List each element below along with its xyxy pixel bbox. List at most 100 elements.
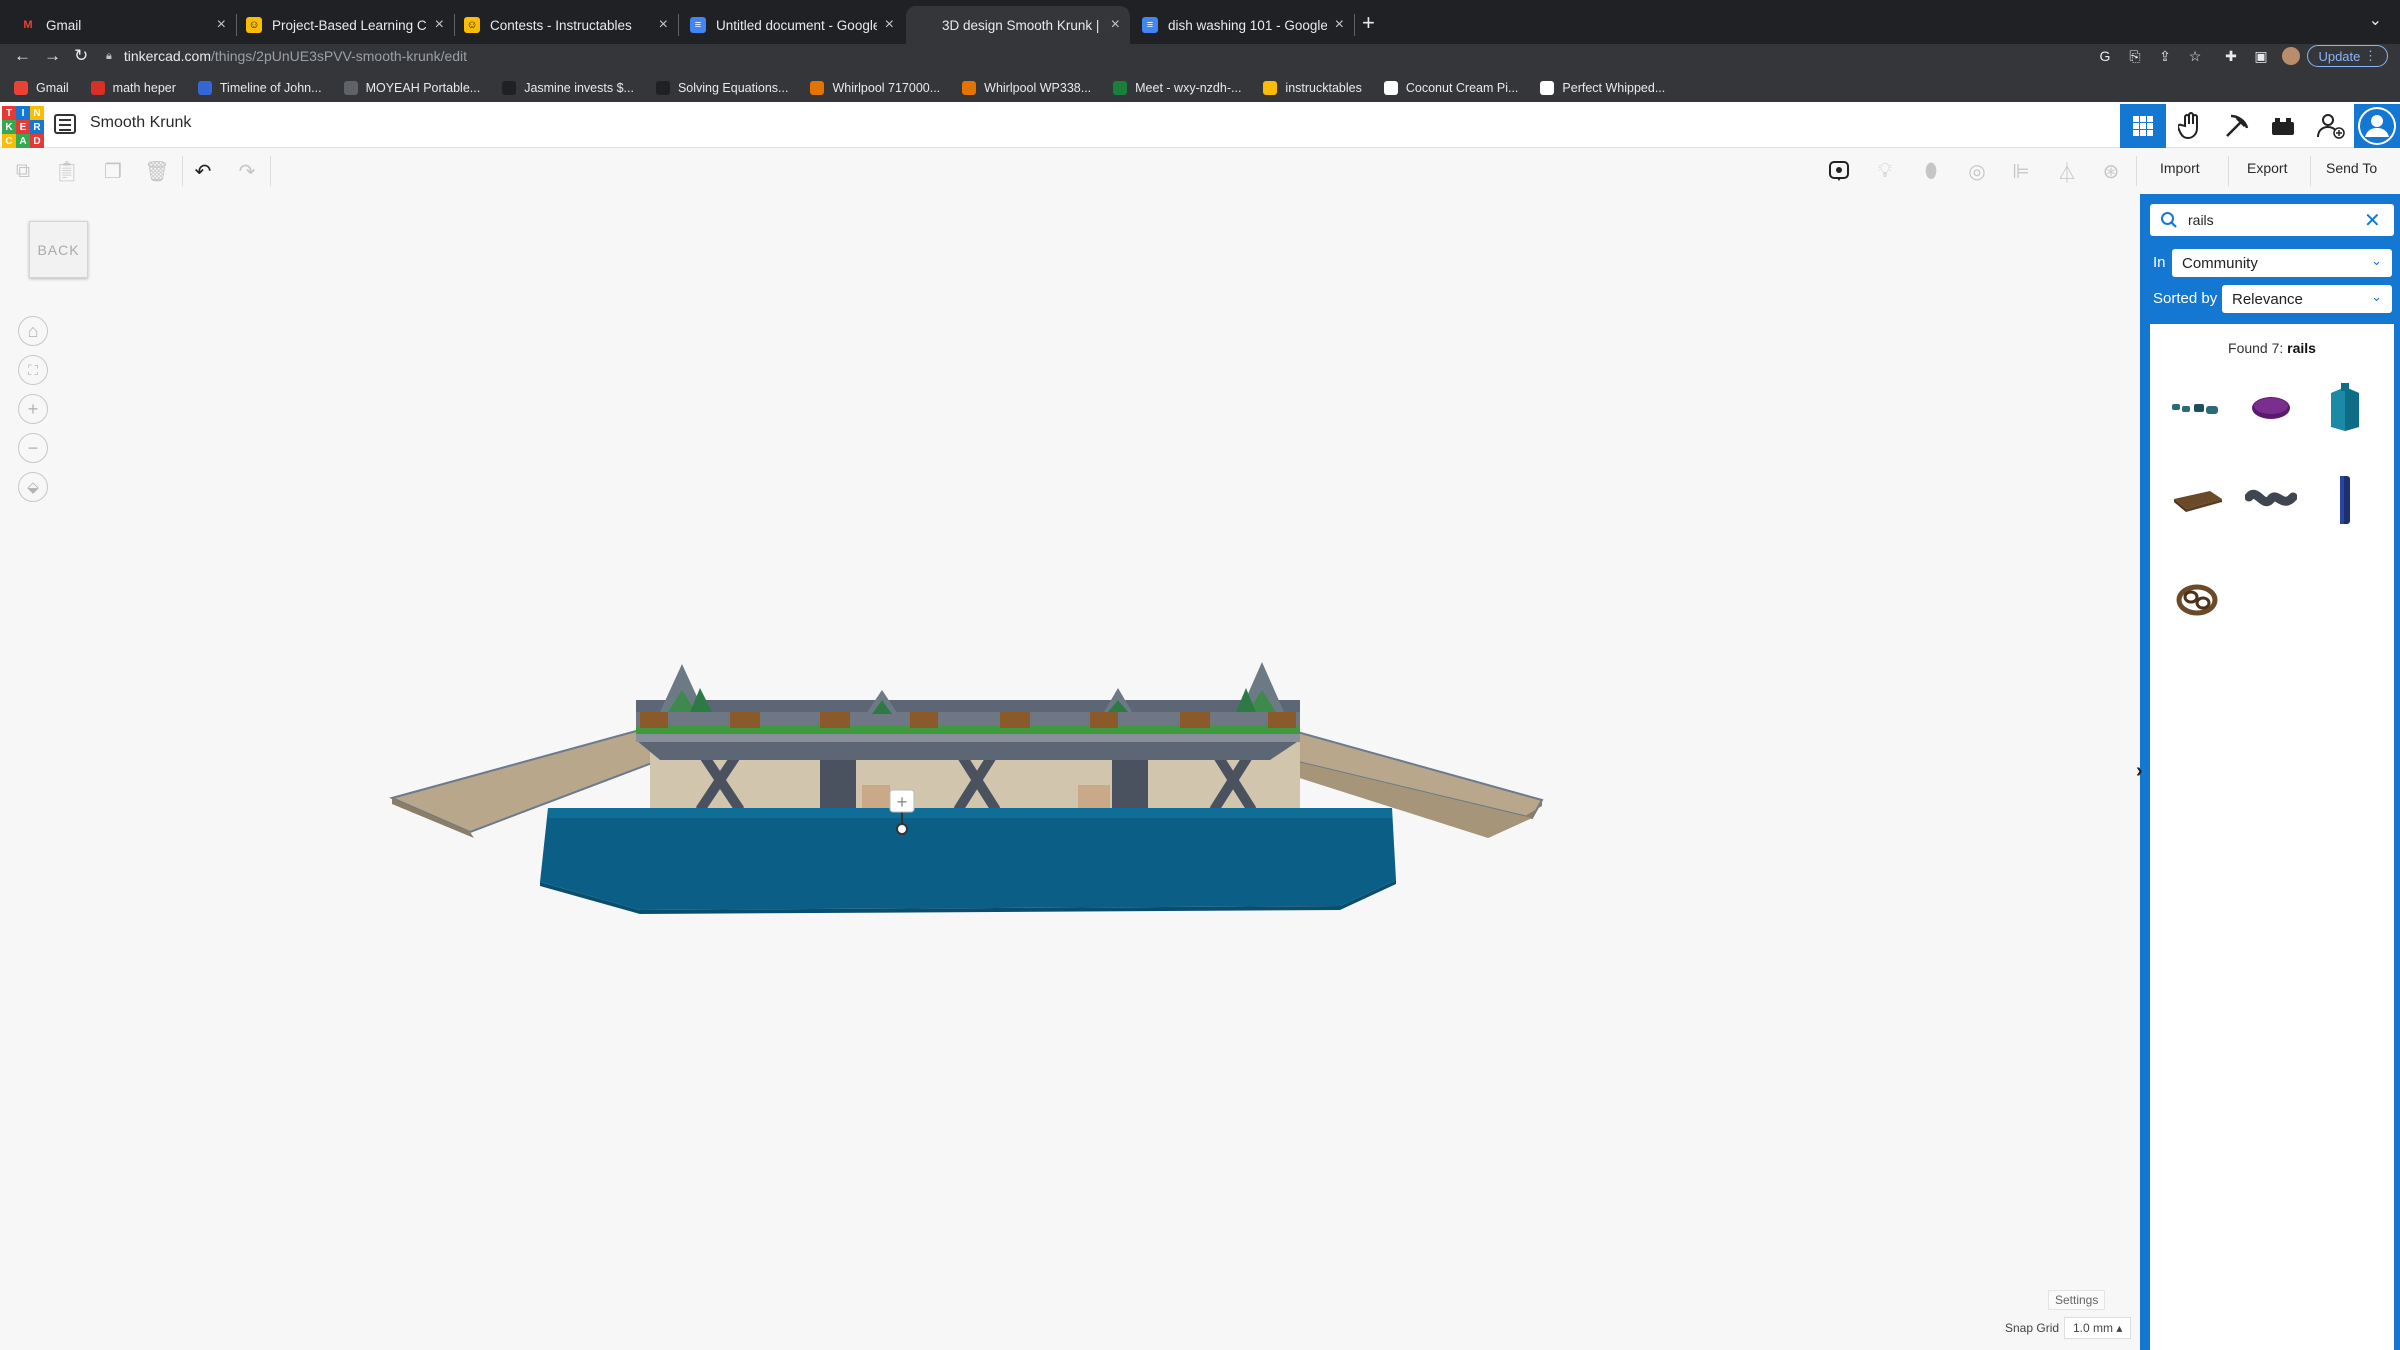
bookmark-favicon-icon — [1263, 81, 1278, 95]
bookmark-item[interactable]: Whirlpool WP338... — [962, 81, 1091, 95]
bookmark-favicon-icon — [655, 81, 670, 95]
bookmark-favicon-icon — [1383, 81, 1398, 95]
show-all-eye-icon[interactable] — [1824, 156, 1854, 186]
chrome-update-button[interactable]: Update ⋮ — [2307, 45, 2388, 67]
group-icon[interactable]: ⬮ — [1916, 156, 1946, 186]
design-title[interactable]: Smooth Krunk — [90, 114, 191, 132]
align-icon[interactable]: ⊫ — [2006, 156, 2036, 186]
tab-search-chevron-icon[interactable]: ⌄ — [2369, 10, 2382, 30]
bookmark-item[interactable]: math heper — [90, 81, 176, 95]
bookmark-item[interactable]: Coconut Cream Pi... — [1383, 81, 1518, 95]
result-thumb-wooden-plank[interactable] — [2160, 460, 2234, 540]
zoom-out-icon[interactable]: − — [18, 433, 48, 463]
reload-icon[interactable]: ↻ — [74, 44, 88, 68]
duplicate-icon[interactable]: ❐ — [98, 156, 128, 186]
cast-icon[interactable]: ⎘ — [2126, 47, 2144, 65]
zoom-in-icon[interactable]: + — [18, 394, 48, 424]
copy-icon[interactable]: ⧉ — [8, 156, 38, 186]
in-source-dropdown[interactable]: Community ⌄ — [2172, 249, 2392, 277]
close-tab-icon[interactable]: × — [885, 16, 894, 34]
google-icon[interactable]: G — [2096, 47, 2114, 65]
logo-letter: I — [16, 106, 30, 120]
bookmark-item[interactable]: Solving Equations... — [655, 81, 788, 95]
result-thumb-pretzel-track[interactable] — [2160, 560, 2234, 640]
tinkercad-logo[interactable]: TINKERCAD — [2, 106, 44, 148]
settings-button[interactable]: Settings — [2048, 1290, 2106, 1310]
url-field[interactable]: 🔒︎ tinkercad.com/things/2pUnUE3sPVV-smoo… — [106, 44, 2106, 68]
tab-gmail[interactable]: M Gmail × — [10, 6, 236, 44]
ungroup-icon[interactable]: ◎ — [1962, 156, 1992, 186]
bookmark-item[interactable]: Whirlpool 717000... — [810, 81, 940, 95]
lightbulb-icon[interactable]: 💡︎ — [1870, 156, 1900, 186]
3d-design-model[interactable]: + — [0, 0, 2400, 1350]
collapse-panel-chevron-icon[interactable]: › — [2136, 760, 2143, 783]
grid-view-icon[interactable] — [2120, 104, 2166, 148]
fit-view-icon[interactable]: ⛶ — [18, 355, 48, 385]
close-tab-icon[interactable]: × — [217, 16, 226, 34]
export-button[interactable]: Export — [2247, 160, 2287, 176]
back-view-cube[interactable]: BACK — [29, 221, 88, 278]
import-button[interactable]: Import — [2160, 160, 2200, 176]
result-thumb-blue-post[interactable] — [2308, 460, 2382, 540]
bookmark-item[interactable]: Timeline of John... — [197, 81, 322, 95]
side-panel-icon[interactable]: ▣ — [2252, 47, 2270, 65]
sort-dropdown[interactable]: Relevance ⌄ — [2222, 285, 2392, 313]
paste-icon[interactable]: 📋︎ — [52, 156, 82, 186]
hand-tool-icon[interactable] — [2168, 104, 2214, 148]
tab-dish-washing-101[interactable]: ≡ dish washing 101 - Google Doc × — [1132, 6, 1354, 44]
design-list-icon[interactable] — [54, 114, 76, 134]
delete-icon[interactable]: 🗑︎ — [142, 156, 172, 186]
result-thumb-purple-gear[interactable] — [2234, 368, 2308, 448]
tab-contests-instructables[interactable]: ☺ Contests - Instructables × — [454, 6, 678, 44]
close-tab-icon[interactable]: × — [1111, 16, 1120, 34]
snap-grid-select[interactable]: 1.0 mm ▴ — [2064, 1317, 2132, 1339]
home-view-icon[interactable]: ⌂ — [18, 316, 48, 346]
forward-arrow-icon[interactable]: → — [44, 44, 61, 68]
undo-icon[interactable]: ↶ — [188, 156, 218, 186]
send-to-button[interactable]: Send To — [2326, 160, 2377, 176]
new-tab-button[interactable]: + — [1362, 10, 1375, 36]
profile-avatar-icon[interactable] — [2282, 47, 2300, 65]
result-thumb-blue-container[interactable] — [2308, 368, 2382, 448]
bookmark-item[interactable]: Jasmine invests $... — [502, 81, 634, 95]
bookmark-favicon-icon — [502, 81, 517, 95]
bookmark-item[interactable]: Perfect Whipped... — [1540, 81, 1665, 95]
pickaxe-icon[interactable] — [2214, 104, 2260, 148]
sorted-by-label: Sorted by — [2153, 290, 2218, 307]
result-thumb-curved-rail[interactable] — [2234, 460, 2308, 540]
close-tab-icon[interactable]: × — [659, 16, 668, 34]
close-tab-icon[interactable]: × — [435, 16, 444, 34]
gmail-icon: M — [23, 19, 33, 31]
share-icon[interactable]: ⇪ — [2156, 47, 2174, 65]
instructables-icon: ☺ — [464, 17, 480, 33]
result-thumb-rail-links[interactable] — [2160, 368, 2234, 448]
mirror-icon[interactable]: ⏃ — [2052, 156, 2082, 186]
bookmark-item[interactable]: Gmail — [14, 81, 69, 95]
tinkercad-header — [0, 102, 2400, 148]
redo-icon[interactable]: ↷ — [232, 156, 262, 186]
bookmark-item[interactable]: Meet - wxy-nzdh-... — [1113, 81, 1241, 95]
cruise-magnet-icon[interactable]: ⊛ — [2096, 156, 2126, 186]
logo-letter: R — [30, 120, 44, 134]
bricks-icon[interactable] — [2260, 104, 2306, 148]
user-avatar-icon[interactable] — [2354, 104, 2400, 148]
tinkercad-window: M Gmail × ☺ Project-Based Learning Conte… — [0, 0, 2400, 1350]
bookmark-favicon-icon — [343, 81, 358, 95]
back-arrow-icon[interactable]: ← — [14, 44, 31, 68]
tab-untitled-document[interactable]: ≡ Untitled document - Google D × — [680, 6, 904, 44]
logo-letter: K — [2, 120, 16, 134]
close-tab-icon[interactable]: × — [1335, 16, 1344, 34]
add-user-icon[interactable] — [2308, 104, 2354, 148]
instructables-icon: ☺ — [246, 17, 262, 33]
bookmark-item[interactable]: instrucktables — [1263, 81, 1362, 95]
tinkercad-icon — [916, 17, 932, 33]
tab-3d-design-smooth-krunk[interactable]: 3D design Smooth Krunk | Tink × — [906, 6, 1130, 44]
bookmark-item[interactable]: MOYEAH Portable... — [343, 81, 480, 95]
bookmark-favicon-icon — [810, 81, 825, 95]
extensions-puzzle-icon[interactable]: ✚ — [2222, 47, 2240, 65]
shape-search-input[interactable]: rails — [2150, 204, 2394, 236]
bookmark-star-icon[interactable]: ☆ — [2186, 47, 2204, 65]
ortho-view-icon[interactable]: ⬙ — [18, 472, 48, 502]
clear-search-icon[interactable]: ✕ — [2364, 208, 2381, 233]
tab-project-based-learning[interactable]: ☺ Project-Based Learning Conte × — [236, 6, 454, 44]
